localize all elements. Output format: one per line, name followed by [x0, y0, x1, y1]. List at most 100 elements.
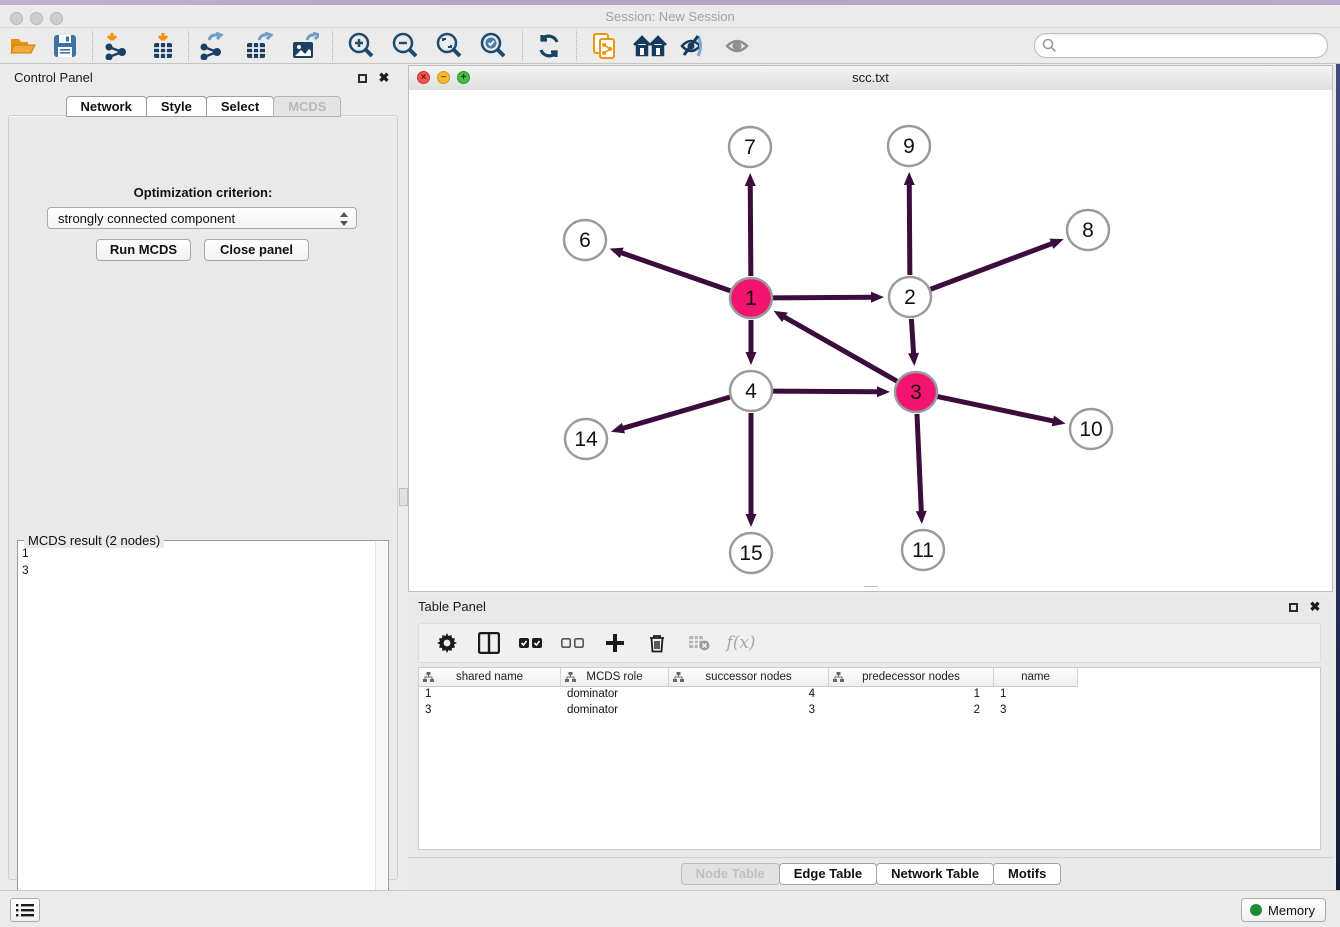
- add-column-icon[interactable]: [603, 631, 627, 655]
- table-toolbar: f(x): [418, 623, 1321, 663]
- show-graphics-icon[interactable]: [722, 31, 752, 61]
- network-view-window: × − + scc.txt 7968124314101511: [408, 65, 1333, 592]
- close-table-panel-icon[interactable]: ✖: [1307, 599, 1323, 615]
- edge-arrowhead: [916, 511, 927, 524]
- main-toolbar: [0, 28, 1340, 64]
- table-tab-edge-table[interactable]: Edge Table: [779, 863, 877, 885]
- home-icon[interactable]: [632, 31, 668, 61]
- function-builder-icon-disabled: f(x): [729, 631, 753, 655]
- table-cell[interactable]: 3: [419, 703, 561, 719]
- run-mcds-button[interactable]: Run MCDS: [96, 239, 191, 261]
- tab-network[interactable]: Network: [66, 96, 147, 117]
- table-cell[interactable]: 3: [994, 703, 1078, 719]
- table-rows: 1dominator4113dominator323: [419, 687, 1320, 719]
- toolbar-separator: [332, 30, 333, 61]
- edge-2-8[interactable]: [931, 243, 1054, 289]
- edge-4-3[interactable]: [773, 391, 879, 392]
- result-scrollbar[interactable]: [375, 542, 387, 924]
- column-header-MCDS-role[interactable]: MCDS role: [561, 668, 669, 687]
- table-cell[interactable]: 1: [994, 687, 1078, 703]
- graph-node-label: 4: [745, 380, 757, 403]
- control-panel-title: Control Panel: [14, 70, 93, 85]
- table-cell[interactable]: 2: [829, 703, 994, 719]
- export-table-icon[interactable]: [244, 31, 274, 61]
- table-cell[interactable]: 3: [669, 703, 829, 719]
- table-settings-gear-icon[interactable]: [435, 631, 459, 655]
- edge-4-14[interactable]: [622, 397, 730, 429]
- criterion-select[interactable]: strongly connected component: [47, 207, 357, 229]
- column-view-icon[interactable]: [477, 631, 501, 655]
- criterion-selected-value: strongly connected component: [58, 211, 235, 226]
- export-image-icon[interactable]: [290, 31, 320, 61]
- network-canvas[interactable]: 7968124314101511: [409, 90, 1332, 591]
- toolbar-separator: [522, 30, 523, 61]
- edge-3-1[interactable]: [783, 316, 897, 381]
- tab-select[interactable]: Select: [206, 96, 274, 117]
- graph-node-label: 8: [1082, 219, 1094, 242]
- edge-2-9[interactable]: [909, 183, 910, 275]
- search-field[interactable]: [1034, 33, 1328, 58]
- table-tab-network-table[interactable]: Network Table: [876, 863, 994, 885]
- network-graph[interactable]: 7968124314101511: [409, 90, 1332, 591]
- tab-mcds[interactable]: MCDS: [273, 96, 341, 117]
- table-cell[interactable]: dominator: [561, 703, 669, 719]
- window-splitter-grip[interactable]: [864, 586, 878, 592]
- panel-splitter-grip[interactable]: [399, 488, 408, 506]
- tab-style[interactable]: Style: [146, 96, 207, 117]
- zoom-in-icon[interactable]: [346, 31, 376, 61]
- export-network-icon[interactable]: [198, 31, 228, 61]
- select-all-columns-icon[interactable]: [519, 631, 543, 655]
- network-window-titlebar[interactable]: × − + scc.txt: [409, 66, 1332, 91]
- deselect-all-columns-icon[interactable]: [561, 631, 585, 655]
- mcds-result-title: MCDS result (2 nodes): [24, 533, 164, 548]
- edge-3-10[interactable]: [938, 397, 1055, 422]
- close-panel-button[interactable]: Close panel: [204, 239, 309, 261]
- edge-3-11[interactable]: [917, 414, 921, 513]
- import-table-icon[interactable]: [148, 31, 178, 61]
- table-cell[interactable]: 4: [669, 687, 829, 703]
- table-row[interactable]: 3dominator323: [419, 703, 1320, 719]
- optimization-criterion-label: Optimization criterion:: [9, 185, 397, 200]
- open-session-icon[interactable]: [8, 31, 38, 61]
- close-panel-icon[interactable]: ✖: [376, 70, 392, 86]
- edge-1-6[interactable]: [620, 252, 730, 291]
- table-row[interactable]: 1dominator411: [419, 687, 1320, 703]
- edge-arrowhead: [610, 248, 624, 258]
- table-cell[interactable]: dominator: [561, 687, 669, 703]
- edge-arrowhead: [904, 172, 915, 185]
- hide-graphics-icon[interactable]: [676, 31, 706, 61]
- edge-arrowhead: [1052, 416, 1066, 427]
- column-header-name[interactable]: name: [994, 668, 1078, 687]
- float-panel-icon[interactable]: [354, 70, 370, 86]
- float-table-panel-icon[interactable]: [1285, 599, 1301, 615]
- zoom-fit-icon[interactable]: [434, 31, 464, 61]
- control-panel-header: Control Panel ✖: [6, 66, 400, 90]
- status-bar: Memory: [0, 890, 1340, 927]
- column-header-shared-name[interactable]: shared name: [419, 668, 561, 687]
- zoom-selected-icon[interactable]: [478, 31, 508, 61]
- column-header-successor-nodes[interactable]: successor nodes: [669, 668, 829, 687]
- table-cell[interactable]: 1: [419, 687, 561, 703]
- delete-column-icon[interactable]: [645, 631, 669, 655]
- edge-1-7[interactable]: [750, 184, 751, 276]
- table-tab-node-table[interactable]: Node Table: [681, 863, 780, 885]
- clone-network-icon[interactable]: [590, 31, 620, 61]
- save-session-icon[interactable]: [50, 31, 80, 61]
- list-icon: [16, 903, 34, 917]
- import-network-icon[interactable]: [102, 31, 132, 61]
- edge-2-3[interactable]: [911, 319, 913, 355]
- memory-button[interactable]: Memory: [1241, 898, 1326, 922]
- zoom-out-icon[interactable]: [390, 31, 420, 61]
- mcds-result-box: MCDS result (2 nodes) 13: [17, 540, 389, 926]
- table-tab-motifs[interactable]: Motifs: [993, 863, 1061, 885]
- search-input[interactable]: [1061, 35, 1320, 56]
- edge-arrowhead: [877, 386, 890, 397]
- edge-1-2[interactable]: [773, 297, 873, 298]
- task-history-button[interactable]: [10, 898, 40, 922]
- table-cell[interactable]: 1: [829, 687, 994, 703]
- mcds-result-list: 13: [22, 545, 29, 579]
- column-header-predecessor-nodes[interactable]: predecessor nodes: [829, 668, 994, 687]
- table-panel-header: Table Panel ✖: [408, 595, 1333, 619]
- refresh-icon[interactable]: [534, 31, 564, 61]
- graph-node-label: 14: [574, 428, 598, 451]
